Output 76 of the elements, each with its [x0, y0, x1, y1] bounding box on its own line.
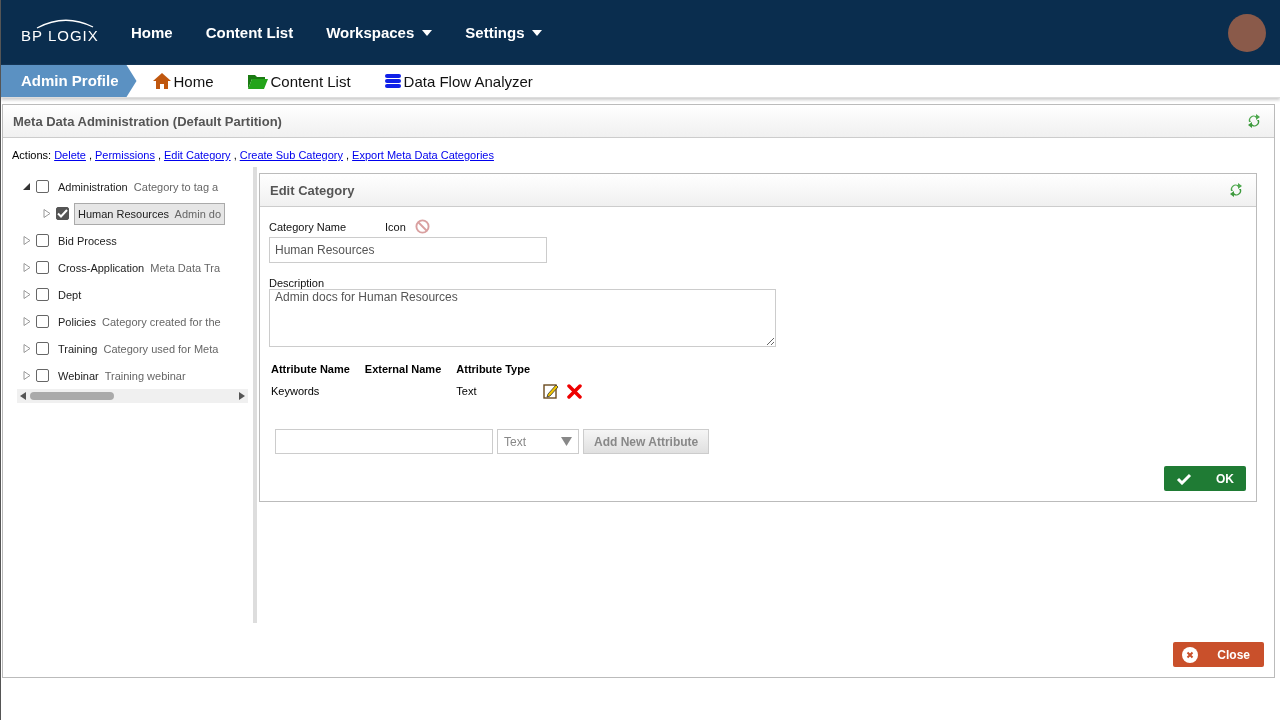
delete-icon[interactable] [567, 383, 583, 399]
database-icon [384, 73, 401, 89]
action-link[interactable]: Edit Category [163, 149, 231, 161]
breadcrumb-link[interactable]: Content List [247, 72, 351, 90]
tree-item[interactable]: Policies Category created for the [54, 310, 225, 333]
refresh-icon[interactable] [1228, 182, 1244, 198]
close-circle-icon [1182, 646, 1199, 663]
action-link[interactable]: Delete [54, 149, 86, 161]
expand-arrow-icon[interactable] [23, 371, 31, 380]
edit-icon[interactable] [543, 383, 560, 399]
refresh-icon[interactable] [1246, 113, 1262, 129]
logo-arc-icon [35, 17, 95, 29]
field-label: Icon [385, 220, 406, 233]
scroll-left-arrow-icon[interactable] [20, 392, 26, 400]
expand-arrow-icon[interactable] [23, 263, 31, 272]
breadcrumb-link[interactable]: Home [152, 72, 214, 90]
expand-arrow-icon[interactable] [23, 344, 31, 353]
action-link[interactable]: Create Sub Category [239, 149, 344, 161]
column-header: Attribute Name [270, 362, 351, 377]
separator: , [346, 149, 350, 161]
caret-icon[interactable] [532, 29, 543, 36]
attribute-name-field[interactable] [275, 429, 493, 454]
tree-item[interactable]: Cross-Application Meta Data Tra [54, 256, 225, 279]
breadcrumb-link[interactable]: Data Flow Analyzer [384, 72, 533, 90]
ok-button[interactable]: OK [1164, 466, 1246, 491]
description-field[interactable]: Admin docs for Human Resources [269, 289, 776, 347]
actions-label: Actions: [12, 149, 52, 161]
action-link[interactable]: Export Meta Data Categories [352, 149, 494, 161]
column-header: Attribute Type [455, 362, 532, 377]
tree-checkbox[interactable] [36, 261, 49, 274]
tree-item[interactable]: Human Resources Admin do [74, 202, 226, 225]
tree-checkbox[interactable] [56, 207, 69, 220]
scroll-right-arrow-icon[interactable] [239, 392, 245, 400]
nav-menu-item[interactable]: Settings [465, 24, 543, 41]
category-name-field[interactable]: Human Resources [269, 237, 547, 263]
folder-icon [247, 73, 268, 89]
action-link[interactable]: Permissions [95, 149, 155, 161]
tree-checkbox[interactable] [36, 288, 49, 301]
table-cell-text: Keywords [270, 384, 321, 399]
expand-arrow-icon[interactable] [23, 317, 31, 326]
nav-menu-item[interactable]: Workspaces [326, 24, 433, 41]
separator: , [88, 149, 92, 161]
nav-menu-item[interactable]: Home [131, 24, 173, 41]
panel-title: Meta Data Administration (Default Partition) [13, 113, 282, 129]
card-title: Edit Category [270, 182, 355, 198]
checkmark-icon [1176, 472, 1192, 485]
tree-checkbox[interactable] [36, 315, 49, 328]
user-avatar[interactable] [1228, 13, 1266, 52]
close-button[interactable]: Close [1173, 642, 1264, 667]
collapse-arrow-icon[interactable] [23, 182, 31, 191]
tree-checkbox[interactable] [36, 180, 49, 193]
logo[interactable]: BP LOGIX [21, 21, 131, 44]
splitter-handle[interactable] [253, 167, 257, 623]
column-header: External Name [363, 362, 443, 377]
tree-item[interactable]: Administration Category to tag a [54, 175, 223, 198]
tree-checkbox[interactable] [36, 234, 49, 247]
table-cell: Text [454, 379, 544, 403]
tree-item[interactable]: Webinar Training webinar [54, 364, 190, 387]
expand-arrow-icon[interactable] [23, 290, 31, 299]
nav-menu-item[interactable]: Content List [205, 24, 294, 41]
horizontal-scrollbar[interactable] [17, 389, 248, 403]
field-label: Description [269, 277, 326, 289]
tree-item[interactable]: Bid Process [54, 229, 121, 252]
tree-item[interactable]: Training Category used for Meta [54, 337, 223, 360]
expand-arrow-icon[interactable] [23, 236, 31, 245]
separator: , [233, 149, 237, 161]
expand-arrow-icon[interactable] [43, 209, 51, 218]
separator: , [157, 149, 161, 161]
attribute-type-dropdown[interactable]: Text [497, 429, 579, 454]
dropdown-arrow-icon [561, 437, 572, 446]
tree-checkbox[interactable] [36, 342, 49, 355]
tree-checkbox[interactable] [36, 369, 49, 382]
tree-item[interactable]: Dept [54, 283, 86, 306]
field-label: Category Name [269, 220, 347, 233]
caret-icon[interactable] [422, 29, 433, 36]
home-icon [152, 73, 171, 89]
